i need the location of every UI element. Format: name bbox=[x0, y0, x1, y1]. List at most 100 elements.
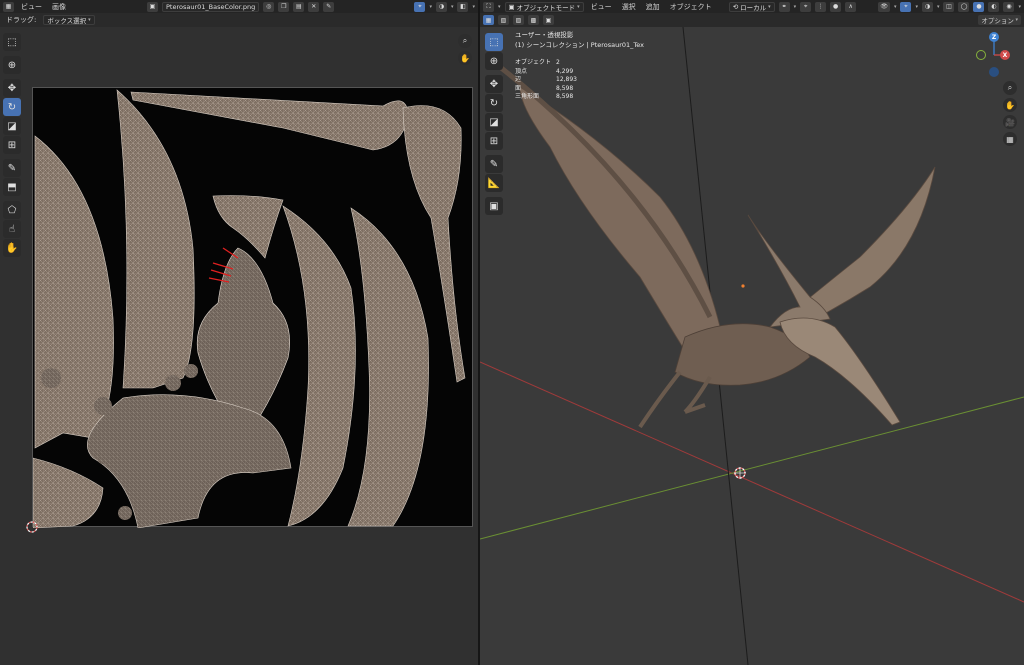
pan-hand-icon[interactable]: ✋ bbox=[1003, 98, 1017, 112]
drag-label: ドラッグ: bbox=[6, 16, 37, 24]
overlay-icon[interactable]: ◑ bbox=[435, 1, 447, 12]
editor-type-icon[interactable]: ⛶ bbox=[483, 1, 494, 12]
pterosaur-model[interactable] bbox=[498, 65, 936, 429]
scale-tool-icon[interactable]: ◪ bbox=[3, 117, 21, 135]
menu-select[interactable]: 選択 bbox=[619, 2, 639, 12]
viewport-scene[interactable] bbox=[480, 27, 1024, 665]
measure-tool-icon[interactable]: 📐 bbox=[485, 174, 503, 192]
wireframe-shading-icon[interactable]: ◯ bbox=[958, 1, 970, 12]
chevron-down-icon[interactable]: ▾ bbox=[915, 4, 918, 10]
chevron-down-icon[interactable]: ▾ bbox=[894, 4, 897, 10]
stat-label: 辺 bbox=[515, 76, 522, 84]
select-extend-icon[interactable]: ▧ bbox=[498, 15, 509, 25]
annotate-tool-icon[interactable]: ✎ bbox=[3, 159, 21, 177]
menu-view[interactable]: ビュー bbox=[588, 2, 615, 12]
uv-editor-toolsettings: ドラッグ: ボックス選択 ▾ bbox=[0, 13, 478, 27]
uv-island-small bbox=[97, 452, 109, 464]
gizmo-y-negative[interactable] bbox=[976, 50, 986, 60]
grid-view-icon[interactable]: ▦ bbox=[1003, 132, 1017, 146]
chevron-down-icon[interactable]: ▾ bbox=[794, 4, 797, 10]
zoom-icon[interactable]: ⌕ bbox=[458, 34, 472, 48]
overlay-toggle-icon[interactable]: ◑ bbox=[921, 1, 933, 12]
chevron-down-icon[interactable]: ▾ bbox=[937, 4, 940, 10]
pin-icon[interactable]: ✎ bbox=[323, 1, 335, 12]
editor-type-icon[interactable]: ▦ bbox=[3, 1, 14, 12]
visibility-icon[interactable]: 👁 bbox=[878, 1, 890, 12]
gizmo-x-label: X bbox=[1002, 51, 1008, 59]
select-tool-icon[interactable]: ⬚ bbox=[485, 33, 503, 51]
proportional-edit-icon[interactable]: ● bbox=[830, 1, 842, 12]
rendered-shading-icon[interactable]: ◉ bbox=[1003, 1, 1015, 12]
mode-select[interactable]: ▣ オブジェクトモード ▾ bbox=[504, 1, 584, 12]
viewport-info-overlay: ユーザー・透視投影 (1) シーンコレクション | Pterosaur01_Te… bbox=[515, 31, 644, 102]
snap-target-icon[interactable]: ⋮ bbox=[815, 1, 827, 12]
chevron-down-icon[interactable]: ▾ bbox=[1018, 4, 1021, 10]
snap-icon[interactable]: ⌖ bbox=[414, 1, 426, 12]
transform-tool-icon[interactable]: ⊞ bbox=[485, 132, 503, 150]
select-box-tool-icon[interactable]: ⬚ bbox=[3, 33, 21, 51]
menu-image[interactable]: 画像 bbox=[49, 2, 69, 12]
2d-cursor-icon[interactable] bbox=[25, 520, 39, 534]
gizmo-z-negative[interactable] bbox=[989, 67, 999, 77]
menu-add[interactable]: 追加 bbox=[643, 2, 663, 12]
stat-label: 三角形面 bbox=[515, 93, 540, 101]
rotate-tool-icon[interactable]: ↻ bbox=[3, 98, 21, 116]
move-tool-icon[interactable]: ✥ bbox=[3, 79, 21, 97]
select-invert-icon[interactable]: ▩ bbox=[528, 15, 539, 25]
chevron-down-icon[interactable]: ▾ bbox=[429, 4, 432, 10]
navigation-gizmo[interactable]: Z X bbox=[970, 30, 1016, 78]
gizmo-z-axis[interactable]: Z bbox=[989, 32, 999, 42]
zoom-icon[interactable]: ⌕ bbox=[1003, 81, 1017, 95]
select-intersect-icon[interactable]: ▣ bbox=[543, 15, 554, 25]
uv-island-fragment bbox=[32, 457, 104, 529]
camera-view-icon[interactable]: 🎥 bbox=[1003, 115, 1017, 129]
rotate-tool-icon[interactable]: ↻ bbox=[485, 94, 503, 112]
uv-texture-image[interactable] bbox=[32, 87, 473, 529]
uv-navigation: ⌕ ✋ bbox=[458, 34, 472, 65]
xray-icon[interactable]: ◫ bbox=[943, 1, 955, 12]
relax-tool-icon[interactable]: ⬠ bbox=[3, 201, 21, 219]
chevron-down-icon: ▾ bbox=[1013, 17, 1018, 23]
link-icon[interactable]: ⚭ bbox=[778, 1, 790, 12]
duplicate-image-icon[interactable]: ❐ bbox=[278, 1, 290, 12]
shield-icon[interactable]: ◎ bbox=[263, 1, 275, 12]
pan-hand-icon[interactable]: ✋ bbox=[458, 51, 472, 65]
cursor-tool-icon[interactable]: ⊕ bbox=[3, 56, 21, 74]
transform-tool-icon[interactable]: ⊞ bbox=[3, 136, 21, 154]
chevron-down-icon[interactable]: ▾ bbox=[451, 4, 454, 10]
options-dropdown[interactable]: オプション ▾ bbox=[978, 15, 1021, 25]
grab-tool-icon[interactable]: ⬒ bbox=[3, 178, 21, 196]
select-subtract-icon[interactable]: ▨ bbox=[513, 15, 524, 25]
annotate-tool-icon[interactable]: ✎ bbox=[485, 155, 503, 173]
falloff-icon[interactable]: ∧ bbox=[845, 1, 857, 12]
uv-island-small bbox=[94, 397, 112, 415]
material-shading-icon[interactable]: ◐ bbox=[988, 1, 1000, 12]
chevron-down-icon[interactable]: ▾ bbox=[498, 4, 501, 10]
gizmo-x-axis[interactable]: X bbox=[1000, 50, 1010, 60]
chevron-down-icon[interactable]: ▾ bbox=[472, 4, 475, 10]
menu-object[interactable]: オブジェクト bbox=[667, 2, 715, 12]
open-image-icon[interactable]: ▤ bbox=[293, 1, 305, 12]
snap-icon[interactable]: ⌖ bbox=[800, 1, 812, 12]
unlink-image-icon[interactable]: ✕ bbox=[308, 1, 320, 12]
scale-tool-icon[interactable]: ◪ bbox=[485, 113, 503, 131]
pinch-tool-icon[interactable]: ☝ bbox=[3, 220, 21, 238]
cursor-tool-icon[interactable]: ⊕ bbox=[485, 52, 503, 70]
image-name-field[interactable]: Pterosaur01_BaseColor.png bbox=[162, 1, 260, 12]
select-new-icon[interactable]: ▦ bbox=[483, 15, 494, 25]
add-cube-tool-icon[interactable]: ▣ bbox=[485, 197, 503, 215]
gizmo-toggle-icon[interactable]: ⌖ bbox=[900, 1, 912, 12]
uv-editor: ▦ ビュー 画像 ▣ Pterosaur01_BaseColor.png ◎ ❐… bbox=[0, 0, 478, 665]
move-tool-icon[interactable]: ✥ bbox=[485, 75, 503, 93]
orientation-select[interactable]: ⟲ ローカル ▾ bbox=[728, 1, 775, 12]
image-browse-icon[interactable]: ▣ bbox=[147, 1, 158, 12]
rip-tool-icon[interactable]: ✋ bbox=[3, 239, 21, 257]
solid-shading-icon[interactable]: ● bbox=[973, 1, 985, 12]
3d-cursor-icon[interactable] bbox=[734, 467, 746, 479]
viewport-toolsettings: ▦ ▧ ▨ ▩ ▣ オプション ▾ bbox=[480, 13, 1024, 27]
orientation-value: ローカル bbox=[740, 3, 767, 12]
display-channels-icon[interactable]: ◧ bbox=[457, 1, 469, 12]
drag-mode-select[interactable]: ボックス選択 ▾ bbox=[43, 15, 95, 25]
menu-view[interactable]: ビュー bbox=[18, 2, 45, 12]
uv-island-small bbox=[41, 368, 61, 388]
